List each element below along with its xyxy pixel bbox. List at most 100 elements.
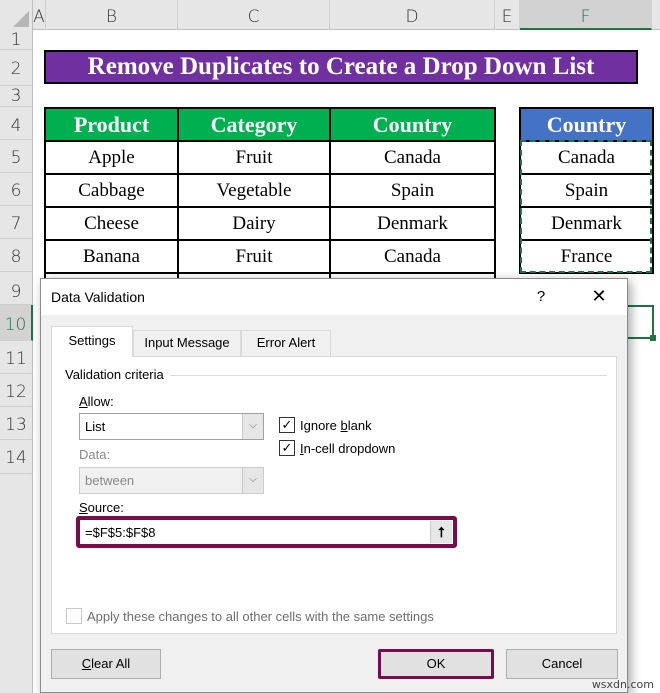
cell-unique-country[interactable]: Canada [519,140,654,175]
row-header-6[interactable]: 6 [0,173,33,206]
data-label: Data: [79,447,111,462]
header-country[interactable]: Country [329,107,496,142]
data-validation-dialog: Data Validation ? ✕ Settings Input Messa… [40,278,628,693]
settings-panel: Validation criteria Allow: List ⌵ Data: … [51,356,617,634]
source-label: Source: [79,500,124,515]
row-header-10[interactable]: 10 [0,305,33,341]
data-select-value: between [85,473,135,488]
table-row: Banana Fruit Canada [44,239,496,274]
column-header-b[interactable]: B [46,0,178,30]
column-header-f[interactable]: F [520,0,652,30]
table-header-row: Product Category Country [44,107,496,142]
cell-category[interactable]: Vegetable [177,173,331,208]
table-row: Cheese Dairy Denmark [44,206,496,241]
column-header-d[interactable]: D [330,0,495,30]
close-icon[interactable]: ✕ [585,285,613,309]
table-row: Apple Fruit Canada [44,140,496,175]
source-label-accesskey: S [79,500,88,515]
ignore-blank-accesskey: b [340,418,348,433]
ignore-blank-checkbox[interactable]: ✓ [279,417,295,433]
allow-select[interactable]: List ⌵ [79,413,264,440]
cell-category[interactable]: Fruit [177,140,331,175]
tab-input-message[interactable]: Input Message [133,330,241,356]
ignore-blank-label-pre: Ignore [300,418,341,433]
allow-select-value: List [85,419,106,434]
row-header-11[interactable]: 11 [0,341,33,374]
cell-product[interactable]: Cabbage [44,173,179,208]
row-header-1[interactable]: 1 [0,30,33,50]
column-header-a[interactable]: A [33,0,46,30]
allow-label: Allow: [79,394,114,409]
row-header-3[interactable]: 3 [0,86,33,107]
row-header-9[interactable]: 9 [0,272,33,305]
cell-category[interactable]: Dairy [177,206,331,241]
collapse-dialog-icon[interactable]: ⭡ [430,521,452,543]
cell-country[interactable]: Canada [329,140,496,175]
clear-all-label: lear All [91,656,131,671]
in-cell-dropdown-checkbox[interactable]: ✓ [279,440,295,456]
table-row: Canada [519,140,654,175]
column-header-c[interactable]: C [178,0,330,30]
unique-country-table: Country Canada Spain Denmark France [519,107,654,274]
row-header-filler [0,474,33,693]
header-category[interactable]: Category [177,107,331,142]
in-cell-dropdown-label[interactable]: In-cell dropdown [300,441,395,456]
cell-country[interactable]: Canada [329,239,496,274]
row-header-14[interactable]: 14 [0,440,33,474]
cell-product[interactable]: Cheese [44,206,179,241]
chevron-down-icon[interactable]: ⌵ [242,414,263,439]
row-header-7[interactable]: 7 [0,206,33,239]
apply-all-label[interactable]: Apply these changes to all other cells w… [87,609,434,624]
dialog-title: Data Validation [51,289,145,305]
clear-all-accesskey: C [81,656,92,671]
header-product[interactable]: Product [44,107,179,142]
allow-label-accesskey: A [79,394,88,409]
row-header-12[interactable]: 12 [0,374,33,407]
table-row: Cabbage Vegetable Spain [44,173,496,208]
source-input[interactable] [80,520,430,544]
row-header-4[interactable]: 4 [0,107,33,140]
tab-settings[interactable]: Settings [51,326,133,357]
cell-unique-country[interactable]: France [519,239,654,274]
select-all-triangle-icon [13,11,29,27]
cell-category[interactable]: Fruit [177,239,331,274]
ok-button[interactable]: OK [378,649,494,679]
table-row: France [519,239,654,274]
row-header-5[interactable]: 5 [0,140,33,173]
column-header-bar: A B C D E F [0,0,660,30]
cell-country[interactable]: Spain [329,173,496,208]
validation-criteria-label: Validation criteria [65,367,170,382]
cell-country[interactable]: Denmark [329,206,496,241]
apply-all-checkbox[interactable] [66,608,82,624]
watermark: wsxdn.com [591,678,654,691]
dialog-titlebar[interactable]: Data Validation ? ✕ [41,279,627,315]
tab-error-alert[interactable]: Error Alert [241,330,331,356]
cancel-button[interactable]: Cancel [506,649,618,679]
select-all-corner[interactable] [0,0,33,30]
fill-handle[interactable] [650,335,656,341]
help-icon[interactable]: ? [531,285,551,309]
row-header-2[interactable]: 2 [0,50,33,86]
column-header-e[interactable]: E [495,0,520,30]
cell-unique-country[interactable]: Denmark [519,206,654,241]
sheet-title-banner[interactable]: Remove Duplicates to Create a Drop Down … [44,50,638,84]
chevron-down-icon[interactable]: ⌵ [242,468,263,493]
clear-all-button[interactable]: Clear All [51,649,161,679]
table-row: Spain [519,173,654,208]
cell-unique-country[interactable]: Spain [519,173,654,208]
allow-label-text: llow: [87,394,114,409]
in-cell-dropdown-label-post: n-cell dropdown [303,441,396,456]
cell-product[interactable]: Apple [44,140,179,175]
cell-product[interactable]: Banana [44,239,179,274]
product-table: Product Category Country Apple Fruit Can… [44,107,496,307]
ignore-blank-label-post: lank [347,418,372,433]
source-field-highlight: ⭡ [76,516,457,548]
source-label-text: ource: [87,500,124,515]
row-header-13[interactable]: 13 [0,407,33,440]
row-header-8[interactable]: 8 [0,239,33,272]
table-row: Denmark [519,206,654,241]
header-unique-country[interactable]: Country [519,107,654,142]
ignore-blank-label[interactable]: Ignore blank [300,418,372,433]
data-select[interactable]: between ⌵ [79,467,264,494]
table-header-row: Country [519,107,654,142]
